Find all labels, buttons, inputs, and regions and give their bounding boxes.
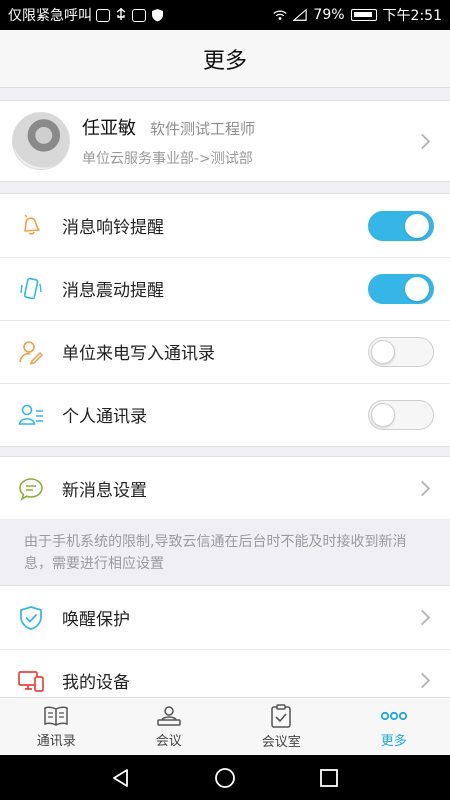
wake-protection-label: 唤醒保护 (62, 610, 130, 630)
status-bar: 仅限紧急呼叫 79% 下午2:51 (0, 0, 450, 30)
tab-label-meeting-room: 会议室 (261, 734, 301, 750)
back-icon[interactable] (111, 768, 131, 788)
notification-settings: 消息响铃提醒 消息震动提醒 单位来电写入通讯录 个人通讯录 (0, 193, 450, 447)
profile-role: 软件测试工程师 (150, 120, 256, 138)
home-icon[interactable] (214, 767, 236, 789)
new-message-section: 新消息设置 (0, 456, 450, 521)
tab-more[interactable]: 更多 (338, 698, 450, 755)
shield-check-icon (16, 603, 46, 633)
signal-icon (293, 8, 308, 22)
profile-card[interactable]: 任亚敏 软件测试工程师 单位云服务事业部->测试部 (0, 100, 450, 182)
battery-icon (350, 9, 377, 21)
new-message-settings-row[interactable]: 新消息设置 (0, 457, 450, 520)
setting-row-personal-contacts: 个人通讯录 (0, 383, 450, 446)
ring-toggle[interactable] (368, 210, 434, 241)
chevron-right-icon (414, 133, 431, 149)
clock-time: 下午2:51 (382, 8, 442, 24)
my-devices-label: 我的设备 (62, 673, 130, 693)
usb-icon (114, 8, 128, 22)
tab-meeting-room[interactable]: 会议室 (225, 698, 338, 755)
setting-label-ring: 消息响铃提醒 (62, 218, 164, 238)
setting-label-vibrate: 消息震动提醒 (62, 281, 164, 301)
tab-label-contacts: 通讯录 (36, 733, 76, 749)
background-notice: 由于手机系统的限制,导致云信通在后台时不能及时接收到新消息，需要进行相应设置 (0, 519, 450, 585)
contact-write-toggle[interactable] (368, 336, 434, 367)
clipboard-icon (271, 703, 291, 728)
chevron-right-icon (414, 609, 431, 626)
meeting-icon (157, 705, 181, 726)
bottom-tab-bar: 通讯录 会议 会议室 更多 (0, 697, 450, 755)
book-icon (44, 706, 68, 726)
avatar (12, 112, 70, 170)
chevron-right-icon (414, 480, 431, 497)
page-title: 更多 (202, 48, 247, 74)
devices-icon (16, 666, 46, 696)
personal-contacts-icon (16, 400, 46, 430)
wake-protection-row[interactable]: 唤醒保护 (0, 586, 450, 649)
page-header: 更多 (0, 30, 450, 88)
carrier-text: 仅限紧急呼叫 (8, 8, 92, 24)
setting-label-personal-contacts: 个人通讯录 (62, 407, 147, 427)
profile-department: 单位云服务事业部->测试部 (82, 151, 253, 167)
vibrate-toggle[interactable] (368, 273, 434, 304)
tab-meeting[interactable]: 会议 (113, 698, 226, 755)
tab-contacts[interactable]: 通讯录 (0, 698, 113, 755)
contact-edit-icon (16, 337, 46, 367)
vibrate-icon (16, 274, 46, 304)
new-message-label: 新消息设置 (62, 481, 147, 501)
profile-name: 任亚敏 (82, 118, 136, 139)
tab-label-meeting: 会议 (155, 733, 182, 749)
bell-icon (16, 211, 46, 241)
chevron-right-icon (414, 672, 431, 689)
battery-percent: 79% (313, 7, 345, 23)
tab-label-more: 更多 (380, 733, 407, 749)
message-bubble-icon (16, 474, 46, 504)
notification-app-icon-2 (132, 8, 146, 22)
setting-row-contact-write: 单位来电写入通讯录 (0, 320, 450, 383)
wifi-icon (273, 8, 288, 22)
setting-label-contact-write: 单位来电写入通讯录 (62, 344, 215, 364)
more-dots-icon (380, 711, 407, 720)
notification-app-icon (96, 8, 110, 22)
shield-status-icon (150, 8, 164, 22)
personal-contacts-toggle[interactable] (368, 399, 434, 430)
recents-icon[interactable] (319, 768, 339, 788)
system-nav-bar (0, 755, 450, 800)
setting-row-ring: 消息响铃提醒 (0, 194, 450, 257)
setting-row-vibrate: 消息震动提醒 (0, 257, 450, 320)
more-settings-section: 唤醒保护 我的设备 (0, 585, 450, 713)
